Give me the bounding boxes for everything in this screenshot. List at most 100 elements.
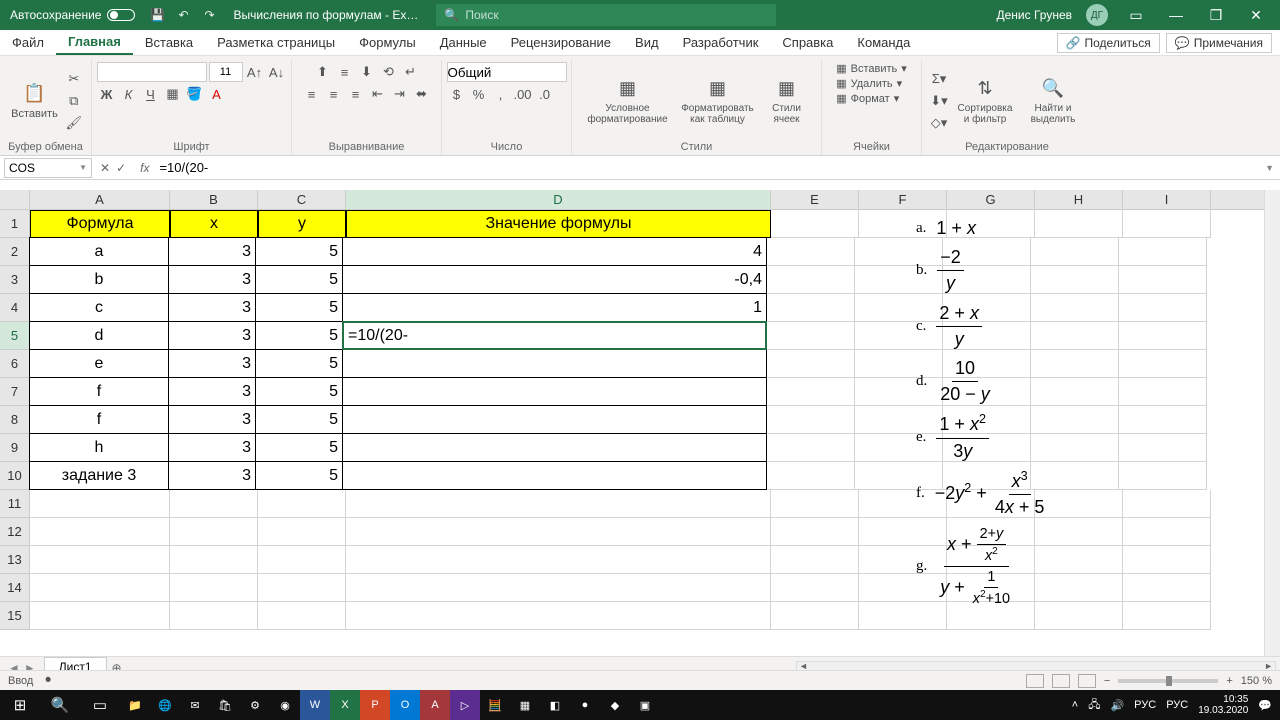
row-header[interactable]: 12 bbox=[0, 518, 30, 546]
row-header[interactable]: 9 bbox=[0, 434, 30, 462]
cell[interactable] bbox=[771, 210, 859, 238]
cell[interactable]: h bbox=[29, 433, 169, 462]
cell[interactable]: 3 bbox=[168, 433, 256, 462]
cell[interactable] bbox=[1119, 378, 1207, 406]
cell[interactable] bbox=[170, 490, 258, 518]
cell[interactable] bbox=[346, 574, 771, 602]
zoom-out-icon[interactable]: − bbox=[1104, 675, 1110, 687]
cell[interactable] bbox=[346, 490, 771, 518]
col-header[interactable]: D bbox=[346, 190, 771, 209]
comma-icon[interactable]: , bbox=[491, 84, 511, 104]
indent-inc-icon[interactable]: ⇥ bbox=[390, 84, 410, 104]
cell[interactable] bbox=[1031, 378, 1119, 406]
delete-cells-button[interactable]: ▦ Удалить ▾ bbox=[836, 77, 902, 90]
cell[interactable] bbox=[943, 378, 1031, 406]
cell[interactable] bbox=[1123, 490, 1211, 518]
inc-decimal-icon[interactable]: .00 bbox=[513, 84, 533, 104]
tab-home[interactable]: Главная bbox=[56, 30, 133, 55]
row-header[interactable]: 2 bbox=[0, 238, 30, 266]
cell[interactable] bbox=[258, 602, 346, 630]
align-center-icon[interactable]: ≡ bbox=[324, 84, 344, 104]
cell[interactable] bbox=[1035, 210, 1123, 238]
user-name[interactable]: Денис Грунев bbox=[990, 8, 1078, 22]
cell[interactable] bbox=[855, 266, 943, 294]
cell[interactable] bbox=[342, 433, 767, 462]
tray-lang2[interactable]: РУС bbox=[1166, 699, 1188, 711]
col-header[interactable]: C bbox=[258, 190, 346, 209]
name-box[interactable]: COS▼ bbox=[4, 158, 92, 178]
cell[interactable] bbox=[855, 350, 943, 378]
indent-dec-icon[interactable]: ⇤ bbox=[368, 84, 388, 104]
col-header[interactable]: B bbox=[170, 190, 258, 209]
cell[interactable] bbox=[943, 406, 1031, 434]
conditional-formatting-button[interactable]: ▦Условное форматирование bbox=[583, 75, 673, 127]
cell[interactable] bbox=[947, 210, 1035, 238]
cell[interactable] bbox=[943, 350, 1031, 378]
undo-icon[interactable]: ↶ bbox=[175, 7, 191, 23]
header-cell[interactable]: Формула bbox=[30, 210, 170, 238]
cell[interactable] bbox=[30, 490, 170, 518]
cell[interactable] bbox=[767, 294, 855, 322]
align-top-icon[interactable]: ⬆ bbox=[313, 62, 333, 82]
comments-button[interactable]: 💬 Примечания bbox=[1166, 33, 1272, 53]
cell[interactable]: 4 bbox=[342, 237, 767, 266]
cell[interactable] bbox=[943, 266, 1031, 294]
cell[interactable] bbox=[1031, 238, 1119, 266]
cell[interactable] bbox=[771, 490, 859, 518]
cell[interactable] bbox=[771, 518, 859, 546]
col-header[interactable]: H bbox=[1035, 190, 1123, 209]
outlook-icon[interactable]: O bbox=[390, 690, 420, 720]
cell[interactable] bbox=[855, 434, 943, 462]
zoom-slider[interactable] bbox=[1118, 679, 1218, 683]
cell[interactable]: 3 bbox=[168, 405, 256, 434]
cell[interactable] bbox=[767, 406, 855, 434]
cell[interactable]: 3 bbox=[168, 293, 256, 322]
cell[interactable] bbox=[170, 518, 258, 546]
cell[interactable] bbox=[947, 490, 1035, 518]
autosave-toggle[interactable]: Автосохранение bbox=[4, 8, 141, 22]
cancel-formula-icon[interactable]: ✕ bbox=[100, 161, 110, 175]
cell[interactable] bbox=[30, 574, 170, 602]
app-icon[interactable]: ▦ bbox=[510, 690, 540, 720]
cell[interactable] bbox=[771, 602, 859, 630]
cell[interactable] bbox=[1031, 294, 1119, 322]
row-header[interactable]: 13 bbox=[0, 546, 30, 574]
view-pagebreak-icon[interactable] bbox=[1078, 674, 1096, 688]
insert-cells-button[interactable]: ▦ Вставить ▾ bbox=[836, 62, 907, 75]
row-header[interactable]: 10 bbox=[0, 462, 30, 490]
align-middle-icon[interactable]: ≡ bbox=[335, 62, 355, 82]
col-header[interactable]: F bbox=[859, 190, 947, 209]
cell[interactable] bbox=[1031, 406, 1119, 434]
sort-filter-button[interactable]: ⇅Сортировка и фильтр bbox=[951, 75, 1019, 127]
cell[interactable]: -0,4 bbox=[342, 265, 767, 294]
cell[interactable] bbox=[859, 518, 947, 546]
cell[interactable] bbox=[859, 574, 947, 602]
task-view-icon[interactable]: ▭ bbox=[80, 690, 120, 720]
shrink-font-icon[interactable]: A↓ bbox=[267, 62, 287, 82]
tab-review[interactable]: Рецензирование bbox=[499, 30, 623, 55]
row-header[interactable]: 4 bbox=[0, 294, 30, 322]
tab-data[interactable]: Данные bbox=[428, 30, 499, 55]
format-painter-icon[interactable]: 🖌 bbox=[64, 113, 84, 133]
col-header[interactable]: E bbox=[771, 190, 859, 209]
tray-clock[interactable]: 10:3519.03.2020 bbox=[1198, 694, 1248, 716]
align-bottom-icon[interactable]: ⬇ bbox=[357, 62, 377, 82]
cell[interactable] bbox=[1031, 350, 1119, 378]
cell[interactable] bbox=[943, 238, 1031, 266]
tab-insert[interactable]: Вставка bbox=[133, 30, 205, 55]
cell[interactable]: a bbox=[29, 237, 169, 266]
format-cells-button[interactable]: ▦ Формат ▾ bbox=[836, 92, 899, 105]
cell[interactable] bbox=[1031, 266, 1119, 294]
cell[interactable]: 5 bbox=[255, 321, 343, 350]
cell[interactable] bbox=[771, 574, 859, 602]
row-header[interactable]: 14 bbox=[0, 574, 30, 602]
cell[interactable] bbox=[859, 490, 947, 518]
cell[interactable] bbox=[1119, 462, 1207, 490]
start-icon[interactable]: ⊞ bbox=[0, 690, 40, 720]
cell[interactable] bbox=[1119, 350, 1207, 378]
cell[interactable] bbox=[1035, 602, 1123, 630]
cell[interactable] bbox=[170, 574, 258, 602]
font-family-select[interactable] bbox=[97, 62, 207, 82]
header-cell[interactable]: x bbox=[170, 210, 258, 238]
cell[interactable] bbox=[1119, 238, 1207, 266]
